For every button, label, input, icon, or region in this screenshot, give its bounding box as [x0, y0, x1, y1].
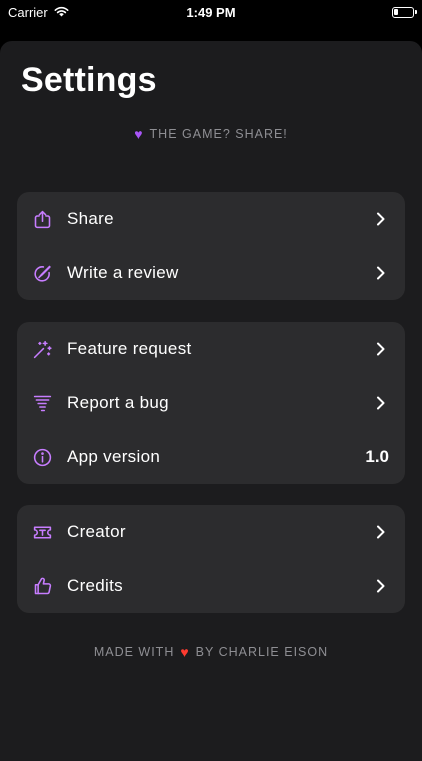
- thumbs-up-icon: [31, 575, 53, 597]
- section-header: ♥ THE GAME? SHARE!: [0, 126, 422, 142]
- status-bar: Carrier 1:49 PM: [0, 0, 422, 24]
- status-time: 1:49 PM: [186, 4, 236, 20]
- credits-label: Credits: [67, 576, 123, 595]
- app-version-value: 1.0: [365, 447, 389, 466]
- chevron-right-icon: [373, 265, 389, 281]
- report-bug-row[interactable]: Report a bug: [17, 376, 405, 430]
- chevron-right-icon: [373, 578, 389, 594]
- carrier-label: Carrier: [8, 4, 48, 20]
- share-icon: [31, 208, 53, 230]
- write-review-label: Write a review: [67, 263, 179, 282]
- wifi-icon: [54, 5, 69, 20]
- feature-request-label: Feature request: [67, 339, 192, 358]
- report-bug-label: Report a bug: [67, 393, 169, 412]
- battery-icon: [391, 6, 417, 18]
- chevron-right-icon: [373, 341, 389, 357]
- creator-row[interactable]: Creator: [17, 505, 405, 559]
- text-box-icon: [31, 521, 53, 543]
- credits-row[interactable]: Credits: [17, 559, 405, 613]
- tornado-icon: [31, 392, 53, 414]
- write-review-row[interactable]: Write a review: [17, 246, 405, 300]
- chevron-right-icon: [373, 211, 389, 227]
- settings-group-about: Creator Credits: [17, 505, 405, 613]
- share-row[interactable]: Share: [17, 192, 405, 246]
- share-label: Share: [67, 209, 114, 228]
- footer-prefix: MADE WITH: [93, 645, 175, 659]
- creator-label: Creator: [67, 522, 126, 541]
- edit-icon: [31, 262, 53, 284]
- feature-request-row[interactable]: Feature request: [17, 322, 405, 376]
- status-left: Carrier: [8, 5, 128, 20]
- chevron-right-icon: [373, 524, 389, 540]
- settings-group-support: Feature request Report a bug App version…: [17, 322, 405, 484]
- settings-group-share: Share Write a review: [17, 192, 405, 300]
- red-heart-icon: ♥: [180, 644, 190, 660]
- section-header-text: THE GAME? SHARE!: [149, 127, 288, 141]
- info-icon: [31, 446, 53, 468]
- status-right: [294, 6, 417, 18]
- purple-heart-icon: ♥: [134, 126, 144, 142]
- footer-suffix: BY CHARLIE EISON: [195, 645, 329, 659]
- sparkles-icon: [31, 338, 53, 360]
- app-version-row: App version 1.0: [17, 430, 405, 484]
- page-title: Settings: [21, 61, 157, 99]
- footer: MADE WITH ♥ BY CHARLIE EISON: [0, 644, 422, 660]
- app-version-label: App version: [67, 447, 161, 466]
- chevron-right-icon: [373, 395, 389, 411]
